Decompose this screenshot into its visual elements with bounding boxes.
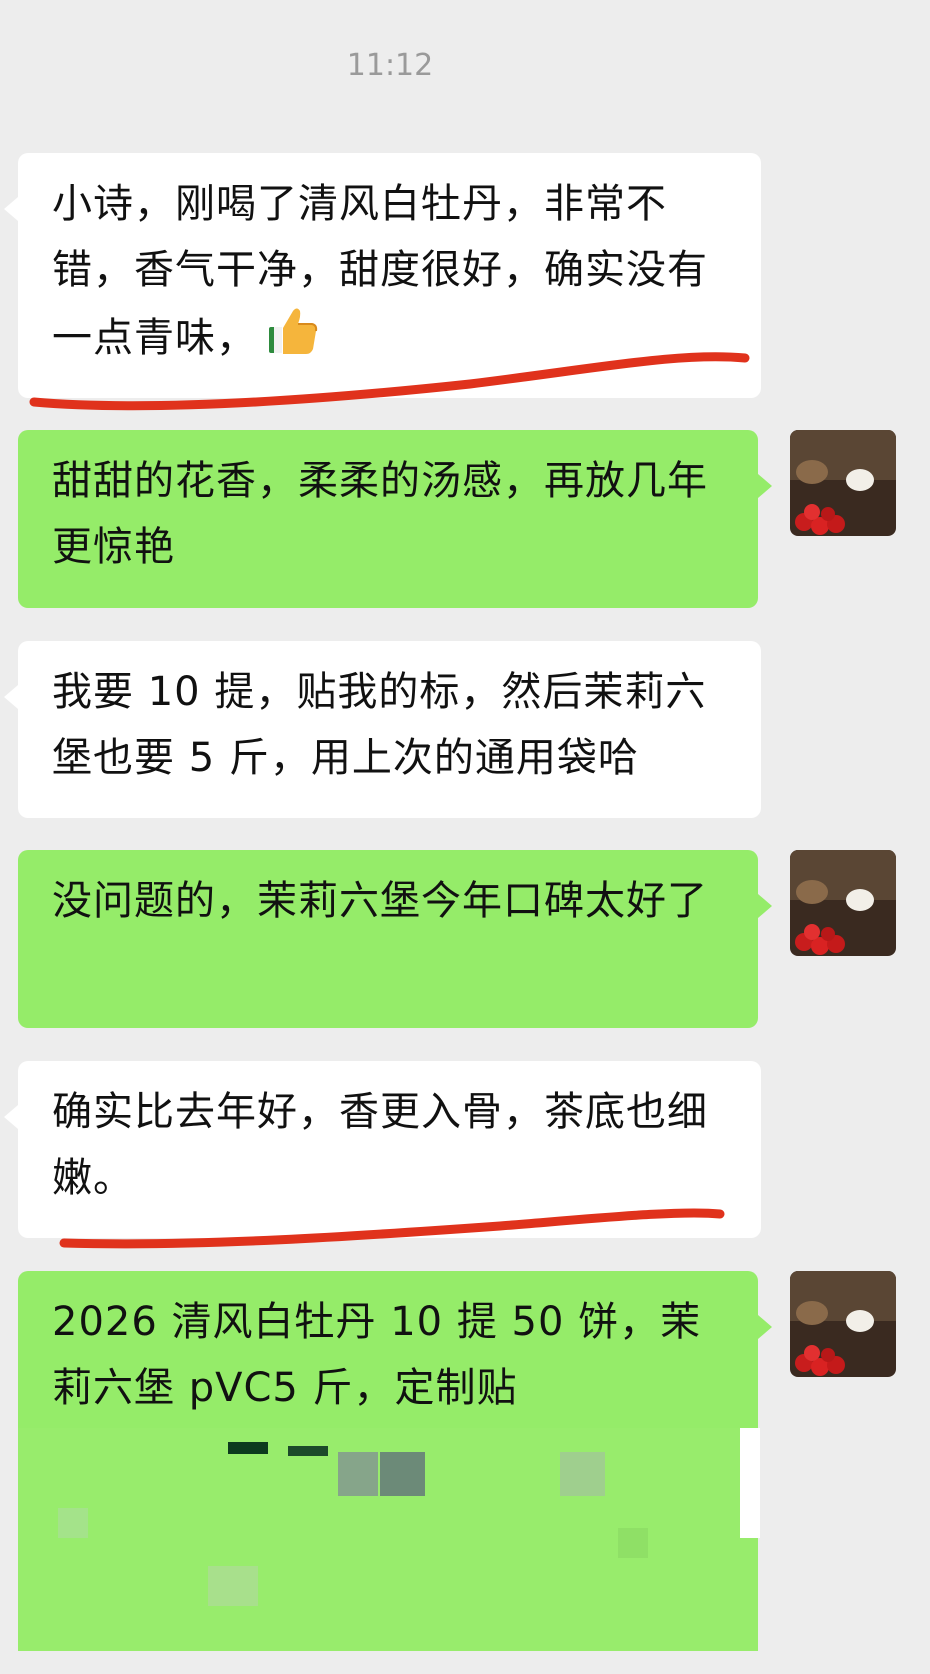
outgoing-message-bubble[interactable]: 甜甜的花香，柔柔的汤感，再放几年更惊艳 — [18, 430, 772, 608]
message-timestamp: 11:12 — [346, 48, 434, 83]
message-text: 确实比去年好，香更入骨，茶底也细嫩。 — [52, 1089, 708, 1201]
message-text: 2026 清风白牡丹 10 提 50 饼，茉莉六堡 pVC5 斤，定制贴 — [52, 1299, 702, 1411]
message-text: 甜甜的花香，柔柔的汤感，再放几年更惊艳 — [52, 458, 708, 570]
user-avatar[interactable] — [790, 1271, 896, 1377]
incoming-message-bubble[interactable]: 我要 10 提，贴我的标，然后茉莉六堡也要 5 斤，用上次的通用袋哈 — [4, 641, 761, 818]
message-text: 我要 10 提，贴我的标，然后茉莉六堡也要 5 斤，用上次的通用袋哈 — [52, 669, 707, 781]
message-text: 小诗，刚喝了清风白牡丹，非常不错，香气干净，甜度很好，确实没有一点青味， — [52, 181, 708, 361]
incoming-message-bubble[interactable]: 确实比去年好，香更入骨，茶底也细嫩。 — [4, 1061, 761, 1238]
redacted-strip — [740, 1428, 760, 1538]
message-text: 没问题的，茉莉六堡今年口碑太好了 — [52, 878, 708, 924]
incoming-message-bubble[interactable]: 小诗，刚喝了清风白牡丹，非常不错，香气干净，甜度很好，确实没有一点青味， — [4, 153, 761, 398]
user-avatar[interactable] — [790, 430, 896, 536]
outgoing-message-bubble[interactable]: 没问题的，茉莉六堡今年口碑太好了 — [18, 850, 772, 1028]
thumbs-up-icon — [265, 303, 319, 377]
user-avatar[interactable] — [790, 850, 896, 956]
redacted-region — [18, 1428, 759, 1651]
